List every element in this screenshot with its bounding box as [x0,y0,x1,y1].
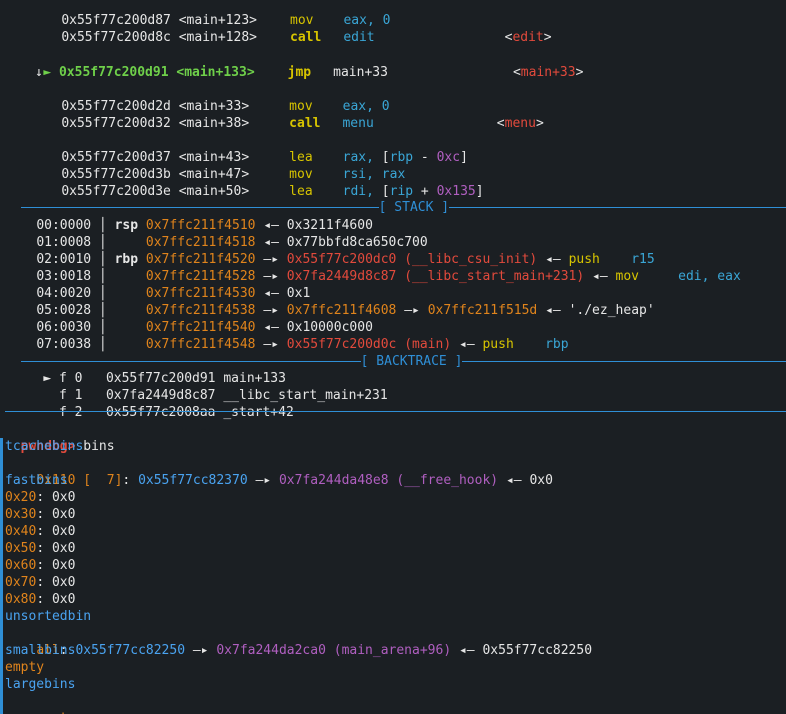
unsortedbin-label: unsortedbin [5,609,92,624]
stack-row: 05:0028 │ 0x7ffc211f4538 —▸ 0x7ffc211f46… [36,303,655,318]
output-left-bar [0,438,3,714]
fastbins-label: fastbins [5,473,68,488]
fastbin-entry: 0x50: 0x0 [5,541,76,556]
stack-row: 00:0000 │ rsp 0x7ffc211f4510 ◂— 0x3211f4… [36,218,373,233]
fastbin-entry: 0x30: 0x0 [5,507,76,522]
fastbin-entry: 0x60: 0x0 [5,558,76,573]
stack-row: 03:0018 │ 0x7ffc211f4528 —▸ 0x7fa2449d8c… [36,269,741,284]
unsortedbin-entry: all: 0x55f77cc82250 —▸ 0x7fa244da2ca0 (m… [36,643,593,658]
fastbin-entry: 0x70: 0x0 [5,575,76,590]
command-line[interactable]: pwndbg> bins [5,421,115,454]
backtrace-separator: [ BACKTRACE ] [5,336,786,369]
stack-row: 07:0038 │ 0x7ffc211f4548 —▸ 0x55f77c200d… [36,337,569,352]
disasm-line: 0x55f77c200d32 <main+38> call menu <menu> [61,116,544,131]
current-marker-icon: ► [43,65,52,80]
disasm-line: 0x55f77c200d8c <main+128> call edit <edit> [61,30,552,45]
context-end-rule [5,411,786,412]
backtrace-frame: f 2 0x55f77c2008aa _start+42 [58,405,294,420]
stack-title: [ STACK ] [378,200,450,215]
largebins-row: empty [5,693,106,714]
largebins-label: largebins [5,677,76,692]
stack-row: 01:0008 │ 0x7ffc211f4518 ◂— 0x77bbfd8ca6… [36,235,428,250]
current-instruction: ► 0x55f77c200d91 <main+133> jmp main+33 <ma… [43,65,584,80]
stack-row: 02:0010 │ rbp 0x7ffc211f4520 —▸ 0x55f77c… [36,252,655,267]
backtrace-title: [ BACKTRACE ] [360,354,463,369]
disasm-line: 0x55f77c200d87 <main+123> mov eax, 0 [61,13,391,28]
fastbin-entry: 0x40: 0x0 [5,524,76,539]
fastbin-entry: 0x80: 0x0 [5,592,76,607]
smallbins-label: smallbins [5,643,76,658]
stack-row: 04:0020 │ 0x7ffc211f4530 ◂— 0x1 [36,286,311,301]
stack-row: 06:0030 │ 0x7ffc211f4540 ◂— 0x10000c000 [36,320,373,335]
backtrace-frame: ► f 0 0x55f77c200d91 main+133 [43,371,286,386]
tcachebins-label: tcachebins [5,439,84,454]
disasm-line: 0x55f77c200d37 <main+43> lea rax, [rbp - 0… [61,150,468,165]
jump-down-arrow-icon: ↓ [35,65,43,80]
smallbins-value: empty [5,660,45,675]
fastbin-entry: 0x20: 0x0 [5,490,76,505]
backtrace-frame: f 1 0x7fa2449d8c87 __libc_start_main+231 [58,388,388,403]
disasm-line: 0x55f77c200d3b <main+47> mov rsi, rax [61,167,406,182]
tcache-entry: 0x110 [ 7]: 0x55f77cc82370 —▸ 0x7fa244da… [36,473,553,488]
disasm-line: 0x55f77c200d2d <main+33> mov eax, 0 [61,99,390,114]
disasm-line: 0x55f77c200d3e <main+50> lea rdi, [rip + 0… [61,184,484,199]
command-text: bins [83,439,115,454]
stack-separator: [ STACK ] [5,182,786,215]
